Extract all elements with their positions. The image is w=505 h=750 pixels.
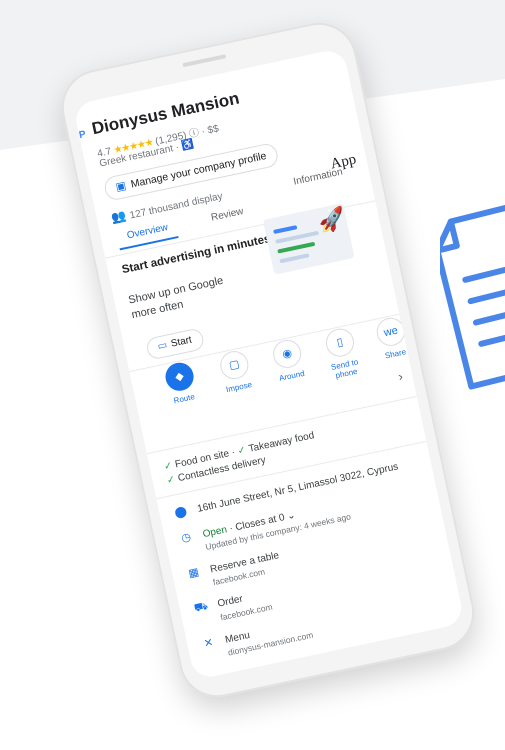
- wheelchair-icon: ♿: [180, 138, 196, 153]
- start-label: Start: [169, 334, 193, 350]
- impose-icon: ▢: [217, 348, 251, 382]
- impose-button[interactable]: ▢ Impose: [208, 346, 263, 396]
- price-level: · $$: [200, 123, 220, 138]
- phone-speaker: [182, 54, 227, 68]
- tab-review[interactable]: Review: [210, 206, 244, 224]
- rocket-icon: 🚀: [316, 205, 349, 236]
- document-icon: [440, 204, 505, 390]
- chevron-right-icon[interactable]: ›: [397, 369, 404, 385]
- location-pin-icon: ⬤: [173, 505, 189, 520]
- route-icon: ◆: [162, 360, 197, 394]
- check-icon: ✓: [236, 444, 248, 458]
- chevron-down-icon[interactable]: ⌄: [286, 510, 296, 523]
- send-to-phone-label: Send to phone: [330, 357, 360, 381]
- send-to-phone-icon: ▯: [323, 326, 357, 360]
- start-button[interactable]: ▭ Start: [144, 327, 205, 361]
- route-label: Route: [172, 392, 196, 406]
- promo-body: Show up on Google more often: [127, 274, 225, 322]
- views-count: 127 thousand display: [128, 191, 224, 222]
- promo-illustration: 🚀: [262, 202, 355, 275]
- calendar-icon: ▦: [187, 566, 201, 581]
- app-text: App: [329, 151, 358, 173]
- storefront-icon: ▣: [114, 179, 128, 194]
- share-label: Share: [384, 347, 407, 361]
- around-button[interactable]: ◉ Around: [261, 335, 316, 385]
- check-icon: ✓: [162, 460, 174, 473]
- ads-icon: ▭: [156, 339, 169, 353]
- partial-label-icon: P: [78, 129, 87, 142]
- share-icon: we: [374, 315, 408, 349]
- delivery-truck-icon: ⛟: [192, 600, 209, 615]
- clock-icon: ◷: [180, 531, 193, 545]
- people-icon: 👥: [109, 208, 128, 226]
- impose-label: Impose: [225, 379, 253, 395]
- service-takeaway: Takeaway food: [247, 430, 316, 455]
- around-label: Around: [278, 368, 306, 383]
- check-icon: ✓: [165, 474, 177, 487]
- cutlery-icon: ✕: [202, 636, 215, 651]
- route-button[interactable]: ◆ Route: [153, 358, 208, 408]
- send-to-phone-button[interactable]: ▯ Send to phone: [314, 324, 371, 383]
- share-button[interactable]: we Share: [364, 313, 419, 363]
- around-icon: ◉: [270, 337, 304, 371]
